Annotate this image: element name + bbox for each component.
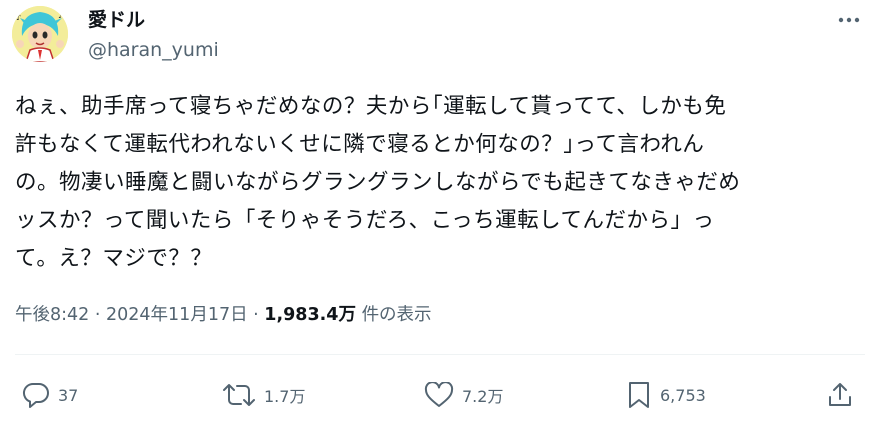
reply-button[interactable]: 37 [22, 381, 78, 409]
post-time[interactable]: 午後8:42 [15, 305, 89, 325]
svg-text:♪: ♪ [16, 13, 21, 22]
repost-count: 1.7万 [264, 387, 306, 406]
bookmark-button[interactable]: 6,753 [626, 381, 706, 409]
avatar[interactable]: ♪ ♪ [12, 6, 68, 62]
heart-icon [424, 382, 454, 407]
like-button[interactable]: 7.2万 [424, 381, 503, 409]
bookmark-count: 6,753 [660, 385, 706, 405]
reply-icon [22, 382, 49, 408]
more-options-icon[interactable] [834, 10, 864, 30]
meta-separator: · [89, 305, 107, 325]
display-name[interactable]: 愛ドル [88, 8, 145, 32]
meta-separator: · [247, 305, 265, 325]
post-date[interactable]: 2024年11月17日 [106, 305, 248, 325]
bookmark-icon [629, 382, 649, 408]
share-button[interactable] [826, 381, 854, 409]
user-handle[interactable]: @haran_yumi [88, 38, 219, 62]
divider [15, 354, 865, 355]
post-meta: 午後8:42 · 2024年11月17日 · 1,983.4万 件の表示 [15, 303, 432, 327]
like-count: 7.2万 [462, 387, 504, 406]
repost-icon [223, 384, 255, 406]
share-icon [829, 383, 851, 406]
post-text: ねぇ、助手席って寝ちゃだめなの？夫から｢運転して貰ってて、しかも免 許もなくて運… [15, 94, 741, 271]
svg-text:♪: ♪ [58, 11, 63, 20]
repost-button[interactable]: 1.7万 [222, 381, 305, 409]
views-label: 件の表示 [361, 305, 432, 325]
anime-character-avatar-icon: ♪ ♪ [12, 6, 68, 62]
views-count: 1,983.4万 [264, 305, 356, 325]
reply-count: 37 [58, 385, 79, 405]
